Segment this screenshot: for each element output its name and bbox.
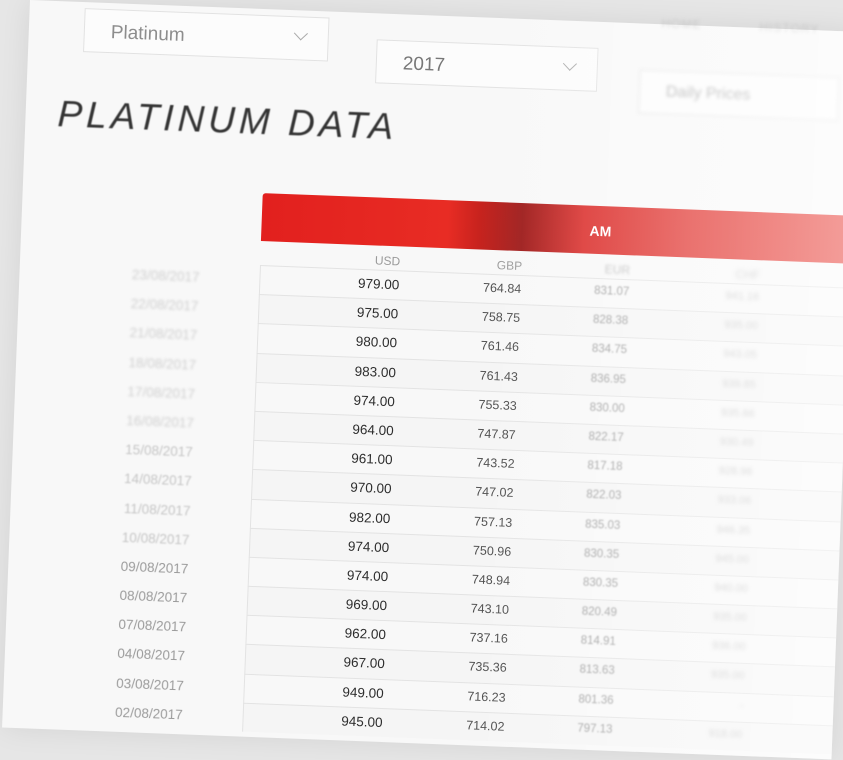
column-header-usd: USD (374, 253, 401, 269)
metal-select-value: Platinum (110, 22, 186, 46)
date-cell: 09/08/2017 (120, 558, 189, 577)
column-header-eur: EUR (604, 262, 631, 278)
date-cell: 11/08/2017 (123, 500, 191, 519)
date-cell: 16/08/2017 (126, 412, 195, 431)
price-page: HOME HISTORY Platinum 2017 Daily Prices … (2, 0, 843, 760)
price-table: 23/08/2017 979.00 764.84 831.07 941.16 22/08/… (2, 256, 843, 755)
am-session-label: AM (589, 222, 612, 240)
chevron-down-icon (562, 56, 578, 71)
chevron-down-icon (293, 26, 308, 41)
date-cell: 04/08/2017 (117, 646, 186, 664)
page-title: PLATINUM DATA (56, 93, 399, 148)
date-cell: 08/08/2017 (119, 587, 188, 606)
view-select-value: Daily Prices (665, 83, 751, 104)
year-select-value: 2017 (402, 53, 446, 76)
date-cell: 22/08/2017 (130, 296, 199, 314)
date-cell: 07/08/2017 (118, 617, 187, 635)
column-header-chf: CHF (735, 267, 761, 283)
date-cell: 21/08/2017 (129, 325, 198, 344)
date-cell: 17/08/2017 (127, 383, 196, 402)
nav-history-link[interactable]: HISTORY (759, 20, 819, 36)
date-cell: 18/08/2017 (128, 354, 197, 373)
year-select[interactable]: 2017 (375, 39, 599, 92)
date-cell: 10/08/2017 (121, 529, 190, 548)
date-cell: 03/08/2017 (115, 675, 185, 694)
date-cell: 15/08/2017 (124, 442, 194, 460)
date-cell: 02/08/2017 (114, 704, 183, 723)
nav-home-link[interactable]: HOME (661, 16, 702, 32)
metal-select[interactable]: Platinum (83, 8, 330, 62)
column-header-gbp: GBP (496, 258, 523, 274)
date-cell: 14/08/2017 (123, 471, 192, 489)
date-cell: 23/08/2017 (131, 267, 200, 285)
view-select[interactable]: Daily Prices (638, 69, 840, 122)
